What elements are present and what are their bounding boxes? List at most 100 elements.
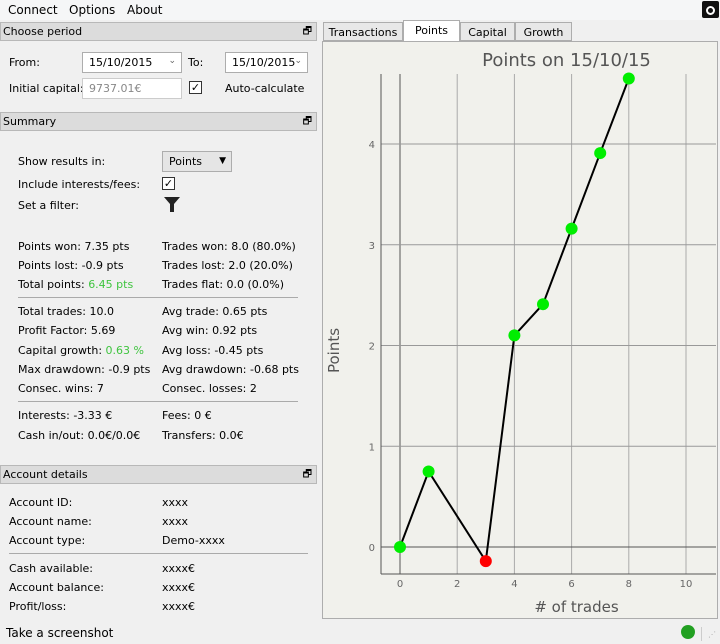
- include-fees-label: Include interests/fees:: [18, 178, 141, 191]
- account-row-value: xxxx€: [162, 562, 196, 575]
- y-tick-label: 4: [369, 140, 375, 151]
- account-row-label: Account balance:: [9, 581, 104, 594]
- to-date-value: 15/10/2015: [232, 56, 296, 69]
- caret-down-icon: ▼: [219, 156, 226, 166]
- avg-win: Avg win: 0.92 pts: [162, 324, 258, 337]
- account-row-value: xxxx: [162, 496, 189, 509]
- total-points-label: Total points:: [18, 278, 89, 291]
- tab-points[interactable]: Points: [403, 20, 460, 42]
- consec-wins: Consec. wins: 7: [18, 382, 104, 395]
- data-point: [565, 222, 578, 235]
- account-row-value: xxxx€: [162, 581, 196, 594]
- to-date-combo[interactable]: 15/10/2015 ⌄: [225, 52, 308, 73]
- x-tick-label: 4: [511, 579, 517, 590]
- cash-in-out: Cash in/out: 0.0€/0.0€: [18, 429, 141, 442]
- undock-icon[interactable]: 🗗: [303, 24, 312, 41]
- include-fees-checkbox[interactable]: ✓: [162, 177, 175, 190]
- chart-title: Points on 15/10/15: [482, 50, 651, 71]
- initial-capital-label: Initial capital:: [9, 82, 84, 95]
- menu-about[interactable]: About: [127, 3, 162, 17]
- from-date-combo[interactable]: 15/10/2015 ⌄: [82, 52, 182, 73]
- section-title: Summary: [3, 115, 57, 128]
- from-date-value: 15/10/2015: [89, 56, 153, 69]
- fees: Fees: 0 €: [162, 409, 212, 422]
- x-tick-label: 6: [568, 579, 574, 590]
- undock-icon[interactable]: 🗗: [303, 467, 312, 484]
- y-tick-label: 3: [369, 241, 375, 252]
- account-row-label: Account ID:: [9, 496, 73, 509]
- summary-header: Summary 🗗: [0, 112, 317, 131]
- y-tick-label: 0: [369, 543, 375, 554]
- x-tick-label: 2: [454, 579, 460, 590]
- max-drawdown: Max drawdown: -0.9 pts: [18, 363, 151, 376]
- x-tick-label: 8: [626, 579, 632, 590]
- tab-transactions[interactable]: Transactions: [323, 22, 403, 41]
- account-row-label: Account name:: [9, 515, 92, 528]
- auto-calculate-checkbox[interactable]: ✓: [189, 81, 202, 94]
- account-row-value: xxxx€: [162, 600, 196, 613]
- account-row-value: xxxx: [162, 515, 189, 528]
- data-point: [479, 555, 492, 568]
- divider: [18, 297, 298, 298]
- menu-bar: Connect Options About: [0, 0, 720, 20]
- data-point: [394, 541, 406, 553]
- data-point: [594, 147, 607, 160]
- avg-trade: Avg trade: 0.65 pts: [162, 305, 268, 318]
- x-tick-label: 10: [680, 579, 693, 590]
- tab-capital[interactable]: Capital: [460, 22, 515, 41]
- from-label: From:: [9, 56, 40, 69]
- y-axis-label: Points: [325, 328, 343, 373]
- x-tick-label: 0: [397, 579, 403, 590]
- chevron-down-icon: ⌄: [168, 56, 176, 66]
- data-point: [622, 72, 635, 85]
- points-chart-pane: Points on 15/10/15 0 2 4 6 8 10 0 1 2 3 4 # of trade…: [322, 41, 718, 619]
- account-row-label: Cash available:: [9, 562, 93, 575]
- points-chart: Points on 15/10/15 0 2 4 6 8 10 0 1 2 3 4 # of trade…: [325, 50, 716, 616]
- section-title: Account details: [3, 468, 88, 481]
- filter-icon[interactable]: [164, 196, 180, 213]
- divider: [9, 553, 308, 554]
- interests: Interests: -3.33 €: [18, 409, 113, 422]
- divider: [701, 627, 702, 641]
- tab-growth[interactable]: Growth: [515, 22, 572, 41]
- points-lost: Points lost: -0.9 pts: [18, 259, 124, 272]
- resize-grip-icon[interactable]: ⋰: [708, 630, 718, 640]
- data-point: [537, 298, 549, 311]
- points-won: Points won: 7.35 pts: [18, 240, 130, 253]
- show-results-value: Points: [169, 155, 203, 168]
- trades-lost: Trades lost: 2.0 (20.0%): [162, 259, 293, 272]
- initial-capital-value: 9737.01€: [89, 82, 142, 95]
- menu-connect[interactable]: Connect: [8, 3, 58, 17]
- capital-growth-label: Capital growth:: [18, 344, 106, 357]
- avg-drawdown: Avg drawdown: -0.68 pts: [162, 363, 299, 376]
- connection-status-icon: [681, 625, 695, 639]
- data-point: [508, 329, 521, 342]
- total-trades: Total trades: 10.0: [18, 305, 114, 318]
- capital-growth-value: 0.63 %: [105, 344, 144, 357]
- account-row-label: Account type:: [9, 534, 86, 547]
- account-row-value: Demo-xxxx: [162, 534, 225, 547]
- x-axis-label: # of trades: [534, 598, 619, 616]
- y-tick-label: 1: [369, 442, 375, 453]
- chevron-down-icon: ⌄: [294, 56, 302, 66]
- total-points-value: 6.45 pts: [88, 278, 134, 291]
- menu-options[interactable]: Options: [69, 3, 115, 17]
- account-details-header: Account details 🗗: [0, 465, 317, 484]
- to-label: To:: [188, 56, 204, 69]
- avg-loss: Avg loss: -0.45 pts: [162, 344, 264, 357]
- show-results-combo[interactable]: Points ▼: [162, 151, 232, 172]
- undock-icon[interactable]: 🗗: [303, 114, 312, 131]
- trades-flat: Trades flat: 0.0 (0.0%): [162, 278, 285, 291]
- camera-icon[interactable]: [702, 1, 719, 18]
- auto-calculate-label: Auto-calculate: [225, 82, 305, 95]
- divider: [18, 401, 298, 402]
- total-points: Total points: 6.45 pts: [18, 278, 133, 291]
- trades-won: Trades won: 8.0 (80.0%): [162, 240, 296, 253]
- filter-label: Set a filter:: [18, 199, 79, 212]
- initial-capital-input[interactable]: 9737.01€: [82, 78, 182, 99]
- choose-period-header: Choose period 🗗: [0, 22, 317, 41]
- show-results-label: Show results in:: [18, 155, 106, 168]
- section-title: Choose period: [3, 25, 83, 38]
- y-tick-label: 2: [369, 342, 375, 353]
- capital-growth: Capital growth: 0.63 %: [18, 344, 144, 357]
